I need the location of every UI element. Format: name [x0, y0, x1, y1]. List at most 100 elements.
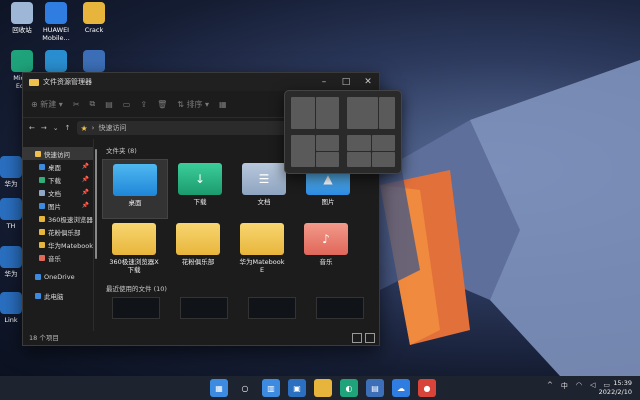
taskbar-apps: ▦ ○ ▥ ▣ ◐ ▤ ☁ ● — [210, 379, 436, 397]
shortcut-label: Crack — [84, 26, 104, 34]
recent-thumbnail[interactable] — [180, 297, 228, 319]
snap-zone[interactable] — [291, 97, 315, 129]
snap-layout-wide-left[interactable] — [347, 97, 395, 129]
nav-item-icon — [39, 241, 45, 248]
snap-zone[interactable] — [347, 151, 371, 167]
forward-icon[interactable]: → — [41, 124, 47, 132]
navigation-pane: 快速访问 桌面 📌 下载 📌 文档 📌 图片 📌 360极速浏览器 花粉俱乐部 华为Matebook 音… — [23, 139, 94, 331]
clock[interactable]: 15:39 2022/2/10 — [599, 379, 632, 397]
snap-layout-halves[interactable] — [291, 97, 339, 129]
recent-thumbnail[interactable] — [316, 297, 364, 319]
minimize-button[interactable]: – — [313, 73, 335, 91]
tray-overflow-icon[interactable]: ^ — [547, 381, 553, 391]
recent-thumbnail[interactable] — [248, 297, 296, 319]
share-icon[interactable]: ⇪ — [140, 100, 147, 109]
snap-zone[interactable] — [315, 135, 339, 151]
snap-zone[interactable] — [379, 97, 395, 129]
up-icon[interactable]: ↑ — [65, 124, 71, 132]
close-button[interactable]: ✕ — [357, 73, 379, 91]
window-title: 文件资源管理器 — [43, 78, 92, 86]
snap-zone[interactable] — [371, 151, 395, 167]
yellow-folder-icon — [176, 223, 220, 255]
widgets-icon[interactable]: ▥ — [262, 379, 280, 397]
nav-item[interactable]: 花粉俱乐部 — [23, 225, 93, 238]
huawei-icon[interactable]: ☁ — [392, 379, 410, 397]
folder-tile[interactable]: 华为Matebook E — [230, 219, 294, 277]
nav-item[interactable]: 快速访问 — [23, 147, 93, 160]
desktop-shortcut[interactable]: 华为 — [0, 246, 22, 278]
recent-thumbnail[interactable] — [112, 297, 160, 319]
nav-item[interactable]: 下载 📌 — [23, 173, 93, 186]
app-icon[interactable]: ● — [418, 379, 436, 397]
snap-layout-quad[interactable] — [347, 135, 395, 167]
nav-item-label: 360极速浏览器 — [48, 215, 93, 224]
volume-icon[interactable]: ◁ — [590, 381, 595, 391]
nav-item[interactable]: 桌面 📌 — [23, 160, 93, 173]
copy-icon[interactable]: ⧉ — [90, 99, 96, 109]
wifi-icon[interactable]: ◠ — [576, 381, 582, 391]
store-icon[interactable]: ▤ — [366, 379, 384, 397]
snap-zone[interactable] — [291, 135, 315, 167]
explorer-icon[interactable] — [314, 379, 332, 397]
nav-item[interactable]: 华为Matebook — [23, 238, 93, 251]
new-button[interactable]: ⊕ 新建 ▾ — [31, 99, 63, 110]
pin-icon: 📌 — [81, 163, 89, 170]
start-icon[interactable]: ▦ — [210, 379, 228, 397]
nav-item[interactable]: 360极速浏览器 — [23, 212, 93, 225]
snap-layout-main-stack[interactable] — [291, 135, 339, 167]
app-icon — [83, 50, 105, 72]
rename-icon[interactable]: ▭ — [123, 100, 131, 109]
snap-layouts-flyout — [284, 90, 402, 174]
folder-label: 文档 — [257, 198, 271, 206]
quick-access-icon: ★ — [80, 123, 88, 133]
snap-zone[interactable] — [371, 135, 395, 151]
app-icon — [45, 50, 67, 72]
clock-date: 2022/2/10 — [598, 388, 632, 396]
snap-zone[interactable] — [315, 151, 339, 167]
nav-item-icon — [39, 254, 45, 261]
folder-tile[interactable]: 360极速浏览器X 下载 — [102, 219, 166, 277]
yellow-folder-icon — [240, 223, 284, 255]
nav-item[interactable]: 图片 📌 — [23, 199, 93, 212]
address-text: 快速访问 — [98, 124, 127, 132]
delete-icon[interactable]: 🗑 — [157, 100, 167, 109]
details-view-icon[interactable] — [352, 333, 362, 343]
snap-zone[interactable] — [347, 135, 371, 151]
title-bar[interactable]: 文件资源管理器 – □ ✕ — [23, 73, 379, 91]
sort-button[interactable]: ⇅ 排序 ▾ — [177, 99, 209, 110]
folder-tile[interactable]: 花粉俱乐部 — [166, 219, 230, 277]
paste-icon[interactable]: ▤ — [105, 100, 113, 109]
taskview-icon[interactable]: ▣ — [288, 379, 306, 397]
tiles-view-icon[interactable] — [365, 333, 375, 343]
pin-icon: 📌 — [81, 189, 89, 196]
app-icon — [0, 156, 22, 178]
view-button[interactable]: ▦ — [219, 100, 227, 109]
nav-item[interactable]: 文档 📌 — [23, 186, 93, 199]
maximize-button[interactable]: □ — [335, 73, 357, 91]
input-method-icon[interactable]: 中 — [561, 381, 568, 391]
desktop-shortcut[interactable] — [72, 50, 116, 74]
folder-tile[interactable]: ♪ 音乐 — [294, 219, 358, 277]
download-folder-icon: ↓ — [178, 163, 222, 195]
recent-locations-icon[interactable]: ⌄ — [53, 124, 59, 132]
cut-icon[interactable]: ✂ — [73, 100, 80, 109]
app-icon — [0, 246, 22, 268]
folder-grid: 桌面 ↓ 下载 ☰ 文档 ▲ 图片 360极速浏览器X 下载 花粉俱乐部 华为Matebook E… — [102, 159, 372, 277]
nav-item[interactable]: 此电脑 — [23, 289, 93, 302]
folder-label: 360极速浏览器X 下载 — [109, 258, 159, 274]
snap-zone[interactable] — [315, 97, 339, 129]
snap-zone[interactable] — [347, 97, 379, 129]
desktop-shortcut[interactable]: Link — [0, 292, 22, 324]
desktop-shortcut[interactable]: TH — [0, 198, 22, 230]
desktop-shortcut[interactable]: Crack — [72, 2, 116, 34]
folder-tile[interactable]: ↓ 下载 — [168, 159, 232, 217]
back-icon[interactable]: ← — [29, 124, 35, 132]
desktop-shortcut[interactable]: 华为 — [0, 156, 22, 188]
search-icon[interactable]: ○ — [236, 379, 254, 397]
nav-item[interactable]: 音乐 — [23, 251, 93, 264]
recent-header[interactable]: 最近使用的文件 (10) — [106, 283, 379, 293]
edge-icon[interactable]: ◐ — [340, 379, 358, 397]
nav-item-icon — [35, 292, 41, 299]
nav-item[interactable]: OneDrive — [23, 270, 93, 283]
folder-tile[interactable]: 桌面 — [102, 159, 168, 219]
